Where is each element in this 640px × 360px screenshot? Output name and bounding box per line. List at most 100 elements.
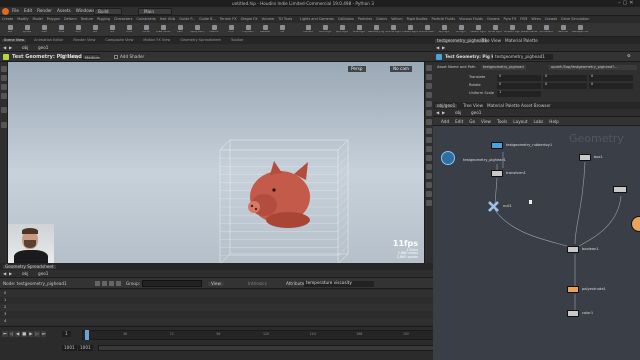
menu-item-assets[interactable]: Assets [57, 8, 71, 13]
viewport[interactable]: Persp No cam 11fps 105ms 2,880 prims 2,8… [8, 62, 424, 263]
shelf-tool-button[interactable]: Point Light [317, 24, 333, 36]
display-option-icon[interactable] [426, 119, 432, 125]
viewer-tab[interactable]: Animation Editor [32, 38, 65, 43]
vertex-icon[interactable] [102, 281, 107, 286]
stop-icon[interactable]: ■ [21, 331, 28, 338]
shelf-tool-button[interactable]: Font [223, 24, 239, 36]
shelf-tab[interactable]: Texture [81, 17, 93, 21]
table-row[interactable]: 2 [0, 304, 433, 311]
table-row[interactable]: 3 [0, 311, 433, 318]
shelf-tool-button[interactable]: Circle [121, 24, 137, 36]
shelf-tab[interactable]: Constraints [136, 17, 155, 21]
shelf-tool-button[interactable]: Tube [36, 24, 52, 36]
shelf-tool-button[interactable]: Portal Light [487, 24, 503, 36]
shelf-tool-button[interactable]: Environment Light [419, 24, 435, 36]
param-value-field[interactable]: 1 [497, 90, 541, 97]
last-frame-icon[interactable]: ⏭ [40, 331, 47, 338]
viewer-tab[interactable]: Composite View [103, 38, 135, 43]
shelf-tab[interactable]: Simple FX [241, 17, 258, 21]
point-icon[interactable] [95, 281, 100, 286]
back-icon[interactable]: ◀ [3, 45, 6, 50]
shelf-tab[interactable]: Modify [17, 17, 28, 21]
shelf-tool-button[interactable]: Switcher [555, 24, 571, 36]
rotate-icon[interactable] [1, 84, 7, 90]
shelf-tab[interactable]: Vellum [391, 17, 402, 21]
menu-item-file[interactable]: File [12, 8, 19, 13]
shelf-tool-button[interactable]: Distant Light [402, 24, 418, 36]
side-node[interactable] [613, 186, 627, 193]
tab-material-palette[interactable]: Material Palette [487, 103, 520, 108]
shelf-tool-button[interactable]: Box [2, 24, 18, 36]
menu-item-edit[interactable]: Edit [24, 8, 32, 13]
select-icon[interactable] [1, 66, 7, 72]
start-frame-field[interactable]: 1001 [62, 345, 77, 352]
side-node-orange[interactable] [631, 216, 640, 232]
shelf-tool-button[interactable]: Gamepad Camera [572, 24, 588, 36]
param-value-field[interactable]: 0 [497, 74, 541, 81]
viewer-path-node[interactable]: geo1 [38, 45, 48, 50]
first-frame-icon[interactable]: ⏮ [2, 331, 8, 338]
step-forward-icon[interactable]: ▷ [34, 331, 40, 338]
network-editor[interactable]: Geometry testgeometry_rubbertoy1 testgeom… [433, 126, 640, 360]
view-dropdown[interactable]: View [208, 281, 224, 286]
spreadsheet-path-obj[interactable]: obj [22, 271, 28, 276]
tab-network[interactable]: obj/geo1 [435, 103, 458, 108]
difficulty-dropdown[interactable]: Medium [82, 54, 100, 60]
display-option-icon[interactable] [426, 146, 432, 152]
build-dropdown[interactable]: Build [94, 8, 122, 15]
network-menu-item[interactable]: View [481, 119, 491, 124]
viewer-tab[interactable]: Toolbar [229, 38, 246, 43]
display-option-icon[interactable] [426, 110, 432, 116]
shelf-tab[interactable]: Particle Fluids [432, 17, 456, 21]
shelf-tab[interactable]: TD Tools [278, 17, 292, 21]
network-menu-item[interactable]: Layout [513, 119, 527, 124]
play-reverse-icon[interactable]: ◀ [15, 331, 21, 338]
handle-icon[interactable] [1, 107, 7, 113]
display-option-icon[interactable] [426, 182, 432, 188]
shelf-tool-button[interactable]: Sky Light [436, 24, 452, 36]
shelf-tab[interactable]: Model [33, 17, 43, 21]
shelf-tool-button[interactable]: Line [104, 24, 120, 36]
tab-asset-browser[interactable]: Asset Browser [521, 103, 551, 108]
select-tool-icon[interactable] [3, 54, 9, 60]
display-option-icon[interactable] [426, 92, 432, 98]
shelf-tool-button[interactable]: Geometry Light [368, 24, 384, 36]
asset-path[interactable]: opdef:/Sop/testgeometry_pighead?... [549, 64, 637, 71]
shelf-tab[interactable]: Terrain FX [220, 17, 237, 21]
shelf-tab[interactable]: Viscous Fluids [459, 17, 483, 21]
tab-material-palette[interactable]: Material Palette [505, 38, 538, 43]
tab-tree-view[interactable]: Tree View [463, 103, 483, 108]
shelf-tool-button[interactable]: Sphere [19, 24, 35, 36]
shelf-tool-button[interactable]: GI Light [453, 24, 469, 36]
desktop-dropdown[interactable]: Main [138, 8, 172, 15]
shelf-tool-button[interactable]: Camera [300, 24, 316, 36]
shelf-tab[interactable]: Oceans [487, 17, 500, 21]
network-menu-item[interactable]: Labs [534, 119, 544, 124]
network-menu-item[interactable]: Go [469, 119, 475, 124]
shelf-tool-button[interactable]: Spot Light [334, 24, 350, 36]
group-field[interactable] [142, 280, 202, 287]
shelf-tab[interactable]: Drive Simulation [561, 17, 589, 21]
tab-tree-view[interactable]: Tree View [481, 38, 501, 43]
shelf-tab[interactable]: Hair Utils [160, 17, 176, 21]
detail-icon[interactable] [116, 281, 121, 286]
shelf-tool-button[interactable]: Metaball [257, 24, 273, 36]
step-back-icon[interactable]: ◁ [8, 331, 15, 338]
network-menu-item[interactable]: Tools [497, 119, 507, 124]
shelf-tool-button[interactable]: Null [87, 24, 103, 36]
forward-icon[interactable]: ▶ [442, 45, 445, 50]
shelf-tool-button[interactable]: Ambient Light [504, 24, 520, 36]
shelf-tool-button[interactable]: Stereo Camera [521, 24, 537, 36]
back-icon[interactable]: ◀ [436, 45, 439, 50]
shelf-tab[interactable]: Rigging [97, 17, 110, 21]
network-menu-item[interactable]: Add [441, 119, 449, 124]
intrinsics-label[interactable]: Intrinsics [248, 281, 267, 286]
start-frame-field-2[interactable]: 1001 [78, 345, 93, 352]
gear-icon[interactable]: ⚙ [627, 53, 631, 58]
param-node-name[interactable]: testgeometry_pighead1 [493, 54, 553, 61]
shelf-tab[interactable]: Create [2, 17, 13, 21]
forward-icon[interactable]: ▶ [9, 45, 12, 50]
display-option-icon[interactable] [426, 65, 432, 71]
shelf-tool-button[interactable]: Grid [70, 24, 86, 36]
shelf-tab[interactable]: Volume [262, 17, 275, 21]
